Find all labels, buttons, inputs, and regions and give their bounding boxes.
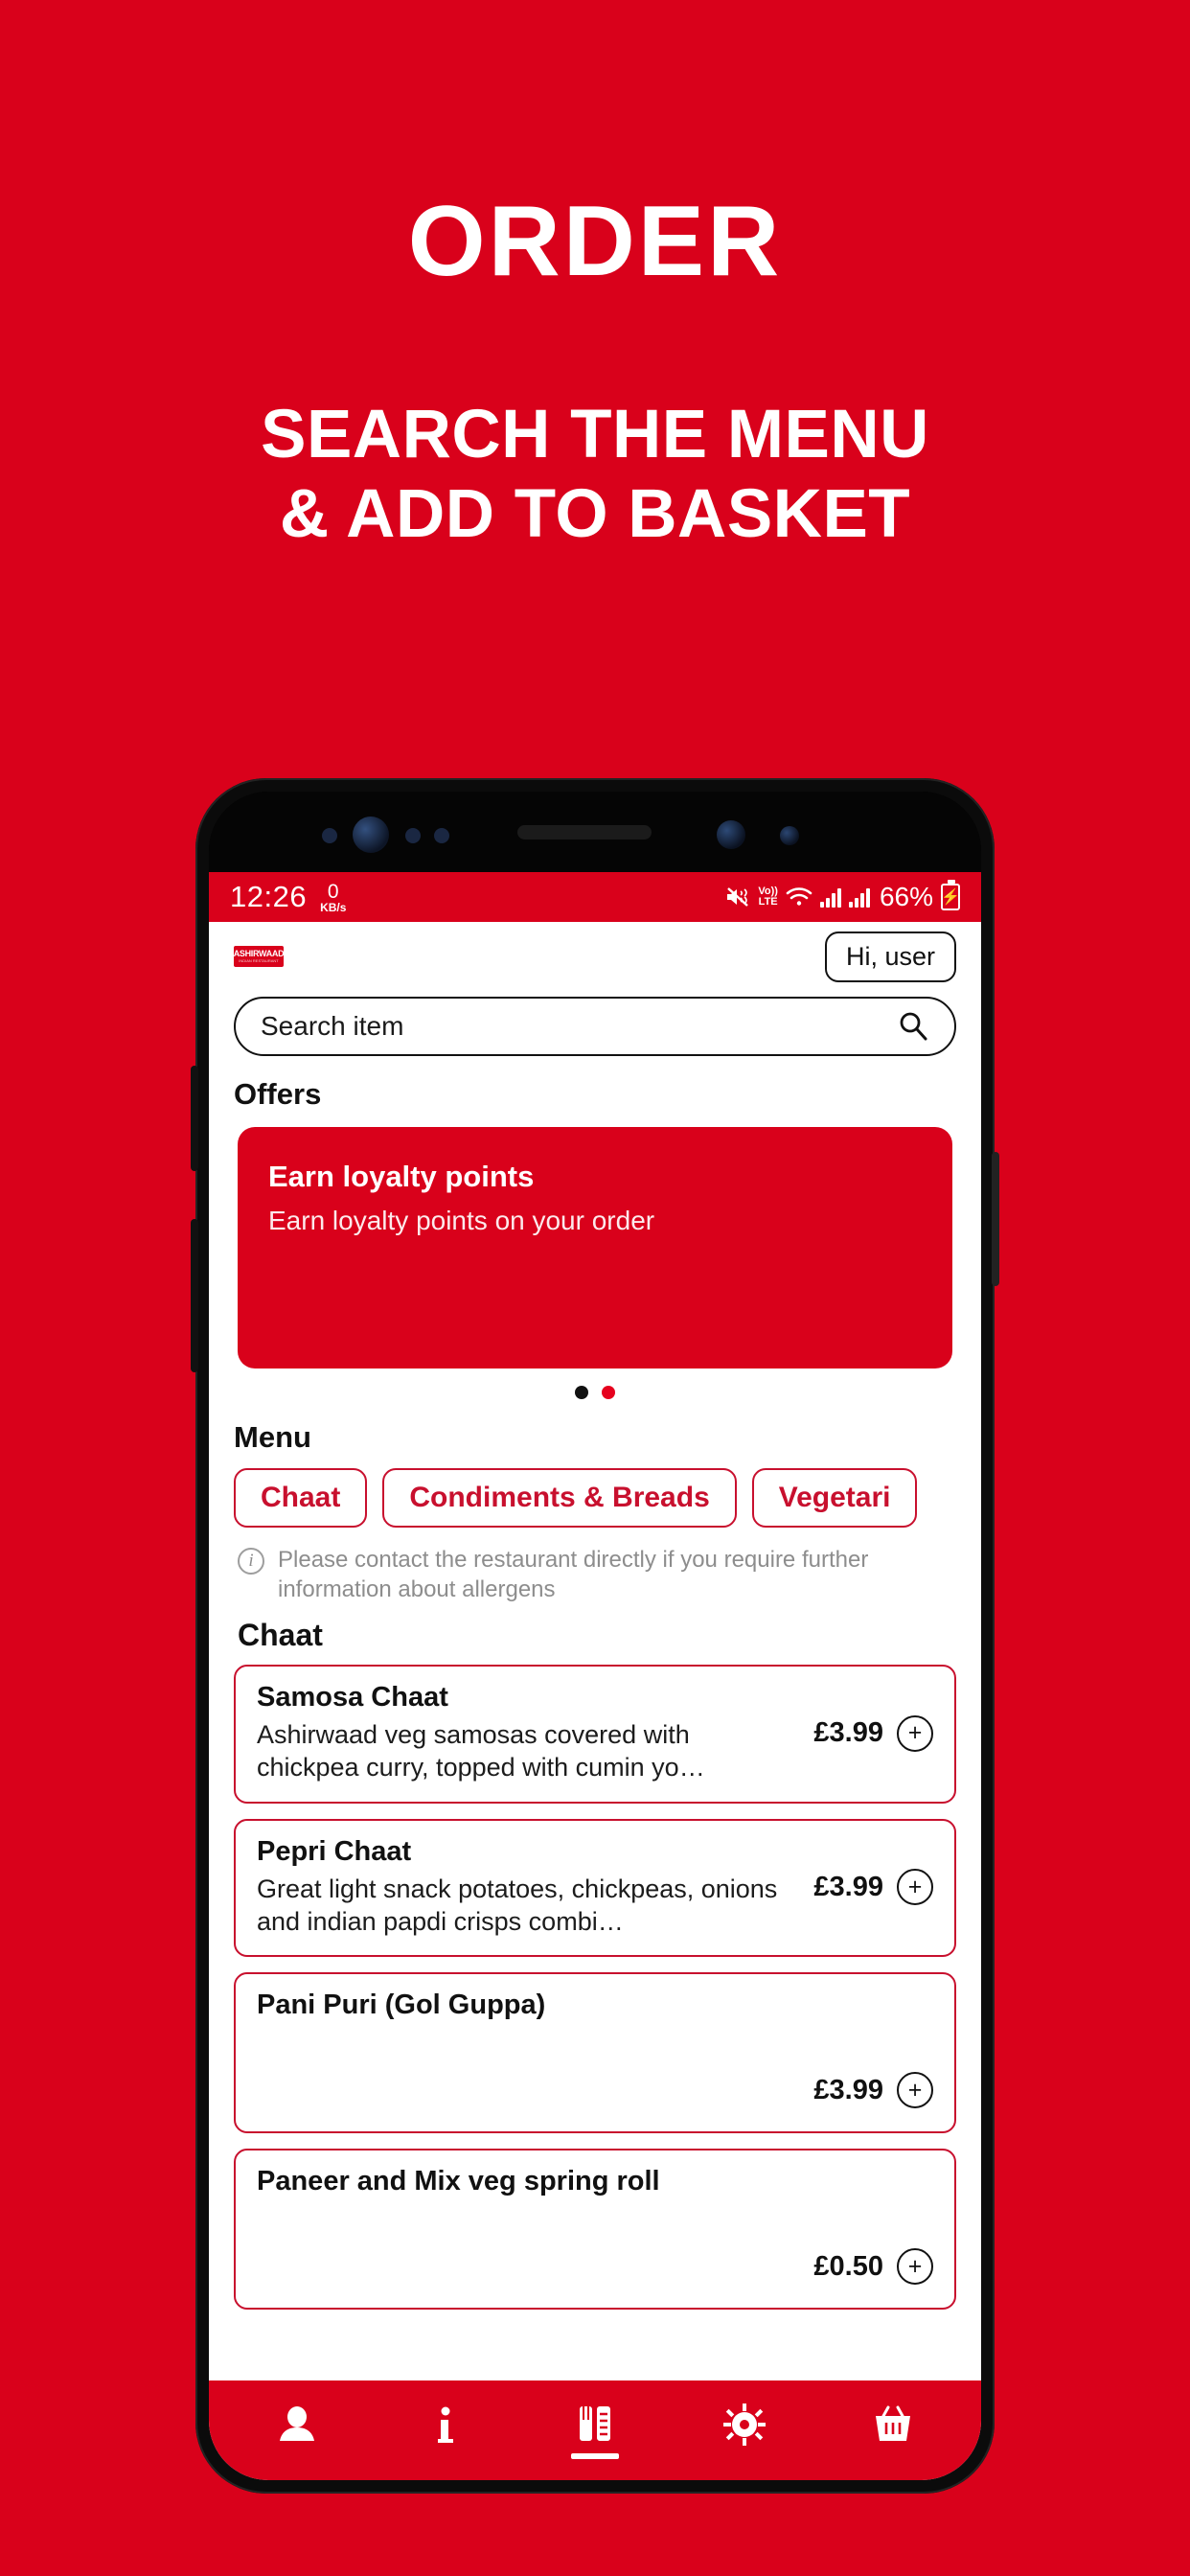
app-header: ASHIRWAAD INDIAN RESTAURANT Hi, user [209, 922, 981, 991]
menu-cutlery-icon [573, 2403, 617, 2447]
search-section [209, 991, 981, 1056]
mute-icon [725, 886, 750, 908]
person-icon [275, 2403, 319, 2447]
menu-item-row[interactable]: Paneer and Mix veg spring roll £0.50 + [234, 2149, 956, 2311]
restaurant-logo[interactable]: ASHIRWAAD INDIAN RESTAURANT [234, 946, 284, 967]
earpiece-speaker [517, 825, 652, 840]
menu-item-description: Great light snack potatoes, chickpeas, o… [257, 1874, 778, 1936]
front-camera-icon [353, 816, 389, 853]
offers-section-title: Offers [234, 1077, 322, 1111]
allergen-notice: i Please contact the restaurant directly… [209, 1528, 981, 1604]
sensor-dot-icon [405, 828, 421, 843]
info-icon [423, 2403, 468, 2447]
phone-screen-area: 12:26 0 KB/s Vo)) LTE 66% ⚡ ASHIRWAAD IN… [209, 792, 981, 2480]
menu-item-text: Paneer and Mix veg spring roll [257, 2166, 933, 2248]
carousel-dot-1[interactable] [575, 1386, 588, 1399]
status-icons-group: Vo)) LTE 66% ⚡ [725, 880, 960, 912]
phone-left-button-lower [191, 1219, 198, 1372]
nav-item-basket[interactable] [835, 2380, 950, 2480]
status-bar: 12:26 0 KB/s Vo)) LTE 66% ⚡ [209, 872, 981, 922]
info-icon: i [238, 1548, 264, 1575]
offer-card-subtitle: Earn loyalty points on your order [268, 1206, 655, 1235]
category-chip-list[interactable]: Chaat Condiments & Breads Vegetari [209, 1455, 981, 1528]
bottom-navigation-bar [209, 2380, 981, 2480]
menu-item-text: Samosa Chaat Ashirwaad veg samosas cover… [257, 1682, 813, 1784]
add-to-basket-button[interactable]: + [897, 2072, 933, 2109]
menu-item-name: Samosa Chaat [257, 1682, 448, 1714]
add-to-basket-button[interactable]: + [897, 1869, 933, 1906]
menu-item-row[interactable]: Pepri Chaat Great light snack potatoes, … [234, 1818, 956, 1958]
greeting-button[interactable]: Hi, user [824, 931, 956, 982]
promo-title: ORDER [407, 186, 783, 297]
sensor-dot-icon [322, 828, 337, 843]
offer-card[interactable]: Earn loyalty points Earn loyalty points … [238, 1127, 952, 1368]
nav-item-account[interactable] [240, 2380, 355, 2480]
promo-subtitle-line2: & ADD TO BASKET [279, 476, 911, 553]
nav-item-settings[interactable] [687, 2380, 802, 2480]
search-input[interactable] [261, 1011, 897, 1042]
menu-item-description: Ashirwaad veg samosas covered with chick… [257, 1720, 705, 1782]
menu-item-actions: £0.50 + [813, 2248, 933, 2286]
promo-subtitle: SEARCH THE MENU & ADD TO BASKET [0, 395, 1190, 554]
signal-icon-2 [848, 886, 870, 908]
network-speed-value: 0 [327, 880, 339, 903]
logo-secondary-text: INDIAN RESTAURANT [239, 958, 279, 963]
menu-item-price: £3.99 [813, 1717, 883, 1749]
front-camera-icon [717, 820, 745, 849]
offers-carousel[interactable]: Earn loyalty points Earn loyalty points … [209, 1112, 981, 1368]
phone-right-power-button [992, 1152, 999, 1286]
menu-section-title: Menu [234, 1420, 311, 1454]
phone-left-button-upper [191, 1066, 198, 1171]
add-to-basket-button[interactable]: + [897, 1714, 933, 1752]
volte-line1: Vo)) [758, 885, 778, 897]
menu-item-price: £0.50 [813, 2250, 883, 2282]
search-bar[interactable] [234, 997, 956, 1056]
menu-item-text: Pepri Chaat Great light snack potatoes, … [257, 1836, 813, 1939]
add-to-basket-button[interactable]: + [897, 2248, 933, 2286]
nav-item-info[interactable] [388, 2380, 503, 2480]
battery-charging-icon: ⚡ [941, 880, 960, 910]
logo-primary-text: ASHIRWAAD [234, 949, 284, 958]
status-time: 12:26 [230, 880, 308, 913]
nav-active-indicator [570, 2452, 619, 2459]
promo-banner: ORDER SEARCH THE MENU & ADD TO BASKET [0, 0, 1190, 554]
carousel-pagination[interactable] [209, 1368, 981, 1399]
menu-item-actions: £3.99 + [813, 2072, 933, 2109]
nav-item-menu[interactable] [538, 2380, 652, 2480]
menu-item-name: Pani Puri (Gol Guppa) [257, 1990, 546, 2021]
search-icon[interactable] [897, 1010, 929, 1043]
phone-device-frame: 12:26 0 KB/s Vo)) LTE 66% ⚡ ASHIRWAAD IN… [191, 778, 999, 2494]
menu-item-name: Pepri Chaat [257, 1835, 412, 1867]
network-speed-indicator: 0 KB/s [320, 882, 346, 913]
phone-notch-area [209, 792, 981, 872]
menu-item-price: £3.99 [813, 1871, 883, 1902]
menu-item-name: Paneer and Mix veg spring roll [257, 2166, 660, 2197]
app-screen: 12:26 0 KB/s Vo)) LTE 66% ⚡ ASHIRWAAD IN… [209, 872, 981, 2480]
volte-line2: LTE [758, 896, 778, 908]
category-chip-condiments-breads[interactable]: Condiments & Breads [382, 1468, 737, 1528]
carousel-dot-2-active[interactable] [602, 1386, 615, 1399]
gear-icon [722, 2403, 767, 2447]
menu-item-text: Pani Puri (Gol Guppa) [257, 1990, 933, 2072]
menu-item-row[interactable]: Samosa Chaat Ashirwaad veg samosas cover… [234, 1665, 956, 1804]
category-chip-vegetarian[interactable]: Vegetari [751, 1468, 918, 1528]
promo-subtitle-line1: SEARCH THE MENU [261, 397, 929, 473]
menu-item-actions: £3.99 + [813, 1869, 933, 1906]
category-chip-chaat[interactable]: Chaat [234, 1468, 368, 1528]
offer-card-title: Earn loyalty points [268, 1160, 535, 1193]
sensor-dot-icon [780, 826, 799, 845]
volte-icon: Vo)) LTE [758, 886, 778, 908]
menu-item-actions: £3.99 + [813, 1714, 933, 1752]
basket-icon [871, 2403, 915, 2447]
menu-item-list: Samosa Chaat Ashirwaad veg samosas cover… [209, 1653, 981, 2311]
battery-percent: 66% [879, 882, 933, 911]
sensor-dot-icon [434, 828, 449, 843]
menu-item-row[interactable]: Pani Puri (Gol Guppa) £3.99 + [234, 1972, 956, 2134]
current-category-title: Chaat [238, 1618, 323, 1653]
menu-item-price: £3.99 [813, 2074, 883, 2105]
network-speed-unit: KB/s [320, 900, 347, 914]
allergen-notice-text: Please contact the restaurant directly i… [278, 1547, 869, 1603]
signal-icon-1 [819, 886, 841, 908]
wifi-icon [786, 886, 812, 908]
